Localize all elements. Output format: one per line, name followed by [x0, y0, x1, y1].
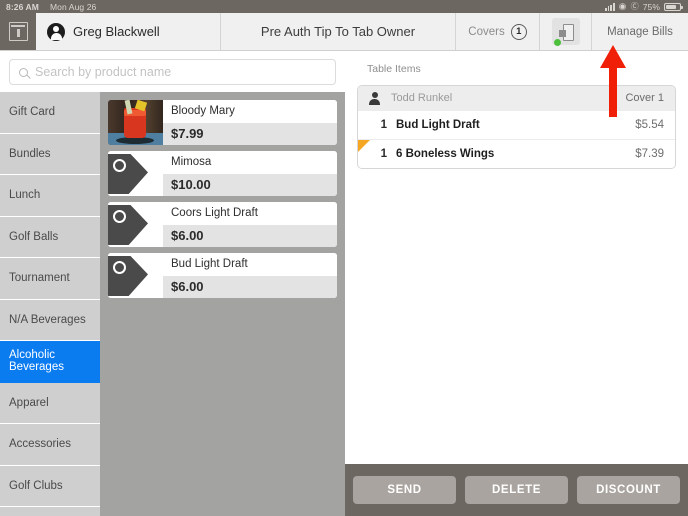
register-button[interactable] [0, 13, 36, 50]
product-name: Bud Light Draft [163, 253, 337, 276]
table-items-label: Table Items [367, 63, 421, 75]
sidebar-item-apparel[interactable]: Apparel [0, 383, 100, 424]
avatar [47, 22, 65, 41]
ticket-header[interactable]: Todd Runkel Cover 1 [358, 86, 675, 110]
person-icon [369, 92, 380, 105]
sidebar-item-golf-balls[interactable]: Golf Balls [0, 217, 100, 258]
top-toolbar: Greg Blackwell Pre Auth Tip To Tab Owner… [0, 13, 688, 51]
page-title: Pre Auth Tip To Tab Owner [221, 13, 456, 50]
product-card-bud-light-draft[interactable]: Bud Light Draft $6.00 [108, 253, 337, 298]
price-tag-icon [108, 154, 148, 194]
search-icon [19, 67, 28, 77]
product-price: $6.00 [163, 224, 337, 247]
sidebar-item-gift-card[interactable]: Gift Card [0, 92, 100, 134]
search-placeholder: Search by product name [35, 65, 172, 79]
user-name: Greg Blackwell [73, 24, 160, 39]
line-name: Bud Light Draft [396, 119, 480, 131]
battery-icon [664, 2, 683, 11]
bloody-mary-photo [108, 100, 163, 145]
status-right-cluster: ◉ Ⓒ 75% [605, 1, 683, 12]
guest-name: Todd Runkel [391, 92, 453, 104]
rotation-lock-icon: Ⓒ [630, 1, 639, 11]
product-price: $6.00 [163, 275, 337, 298]
send-button[interactable]: SEND [353, 476, 456, 504]
ticket-card: Todd Runkel Cover 1 1 Bud Light Draft $5… [357, 85, 676, 169]
product-image [108, 253, 163, 298]
cover-label: Cover 1 [625, 92, 664, 104]
covers-count-badge: 1 [510, 23, 527, 40]
ios-status-bar: 8:26 AM Mon Aug 26 ◉ Ⓒ 75% [0, 0, 688, 13]
product-name: Coors Light Draft [163, 202, 337, 225]
sidebar-item-accessories[interactable]: Accessories [0, 424, 100, 466]
price-tag-icon [108, 256, 148, 296]
product-price: $10.00 [163, 173, 337, 196]
line-name: 6 Boneless Wings [396, 148, 495, 160]
line-amount: $5.54 [635, 119, 664, 131]
product-image [108, 151, 163, 196]
sidebar-item-bundles[interactable]: Bundles [0, 134, 100, 175]
category-sidebar[interactable]: Gift Card Bundles Lunch Golf Balls Tourn… [0, 92, 100, 516]
sidebar-item-tournament[interactable]: Tournament [0, 258, 100, 300]
covers-label: Covers [468, 25, 505, 38]
delete-button[interactable]: DELETE [465, 476, 568, 504]
search-input[interactable]: Search by product name [9, 59, 336, 85]
wifi-icon: ◉ [618, 1, 627, 11]
product-card-coors-light-draft[interactable]: Coors Light Draft $6.00 [108, 202, 337, 247]
status-time: 8:26 AM [6, 1, 39, 12]
red-arrow-annotation-icon [600, 45, 626, 117]
order-panel: Table Items Todd Runkel Cover 1 1 Bud Li… [345, 52, 688, 464]
product-grid: Bloody Mary $7.99 Mimosa $10.00 Coors Li… [100, 92, 345, 516]
product-image [108, 202, 163, 247]
discount-button[interactable]: DISCOUNT [577, 476, 680, 504]
price-tag-icon [108, 205, 148, 245]
user-menu-button[interactable]: Greg Blackwell [36, 13, 221, 50]
product-name: Bloody Mary [163, 100, 337, 123]
search-bar: Search by product name [0, 52, 345, 92]
register-icon [8, 22, 28, 41]
product-card-mimosa[interactable]: Mimosa $10.00 [108, 151, 337, 196]
sidebar-item-lunch[interactable]: Lunch [0, 175, 100, 217]
line-amount: $7.39 [635, 148, 664, 160]
status-date: Mon Aug 26 [49, 1, 97, 12]
sidebar-item-alcoholic-beverages[interactable]: Alcoholic Beverages [0, 341, 100, 383]
sidebar-item-golf-clubs[interactable]: Golf Clubs [0, 466, 100, 507]
flag-corner-icon [358, 140, 370, 152]
printer-status-indicator [554, 39, 561, 46]
product-name: Mimosa [163, 151, 337, 174]
pos-app-screen: 8:26 AM Mon Aug 26 ◉ Ⓒ 75% Greg Blackwel… [0, 0, 688, 516]
sidebar-item-partial[interactable] [0, 507, 100, 516]
covers-button[interactable]: Covers 1 [456, 13, 540, 50]
sidebar-item-na-beverages[interactable]: N/A Beverages [0, 300, 100, 341]
printer-button[interactable] [540, 13, 592, 50]
line-qty: 1 [380, 148, 387, 160]
product-price: $7.99 [163, 122, 337, 145]
signal-bars-icon [605, 3, 615, 11]
table-row[interactable]: 1 6 Boneless Wings $7.39 [358, 139, 675, 168]
line-qty: 1 [380, 119, 387, 131]
battery-percent: 75% [642, 1, 660, 12]
product-image [108, 100, 163, 145]
action-bar: SEND DELETE DISCOUNT [345, 464, 688, 516]
product-card-bloody-mary[interactable]: Bloody Mary $7.99 [108, 100, 337, 145]
table-row[interactable]: 1 Bud Light Draft $5.54 [358, 110, 675, 139]
